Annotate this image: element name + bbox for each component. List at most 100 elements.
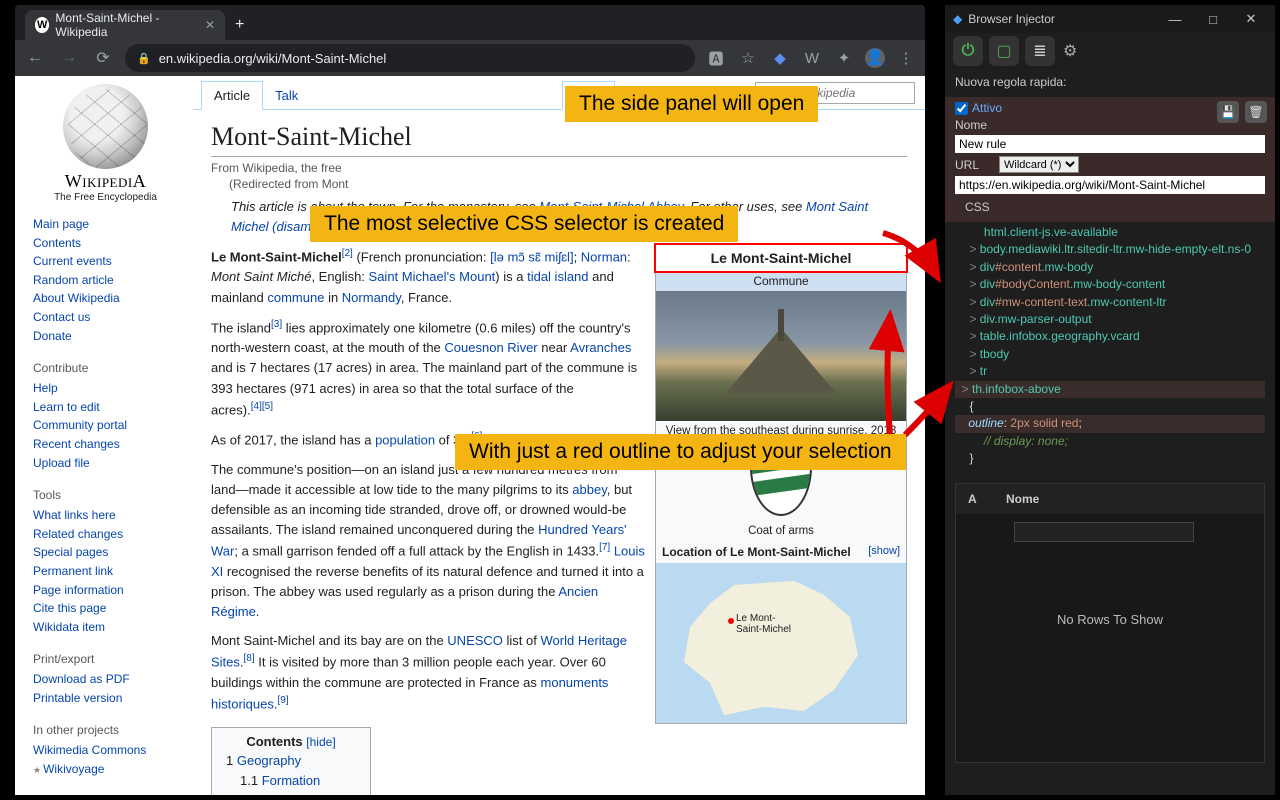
sidebar-link[interactable]: Permanent link [33, 562, 178, 581]
infobox-title: Le Mont-Saint-Michel [656, 245, 906, 271]
sidebar-link[interactable]: Community portal [33, 416, 178, 435]
sidebar-link[interactable]: Learn to edit [33, 398, 178, 417]
ext-diamond-icon[interactable]: ◆ [769, 49, 791, 67]
sidebar-link[interactable]: Main page [33, 215, 178, 234]
side-head-contribute: Contribute [33, 355, 178, 375]
globe-icon [63, 84, 148, 169]
sidebar-link[interactable]: Recent changes [33, 435, 178, 454]
profile-icon[interactable]: 👤 [865, 48, 885, 68]
sidebar-link[interactable]: Printable version [33, 689, 178, 708]
url-field[interactable]: 🔒 en.wikipedia.org/wiki/Mont-Saint-Miche… [125, 44, 695, 72]
lock-icon: 🔒 [137, 52, 151, 65]
maximize-icon[interactable]: □ [1197, 12, 1229, 27]
sidebar-link[interactable]: Wikidata item [33, 618, 178, 637]
close-tab-icon[interactable]: ✕ [205, 18, 215, 32]
sidebar-link[interactable]: About Wikipedia [33, 289, 178, 308]
menu-icon[interactable]: ⋮ [895, 49, 917, 67]
close-icon[interactable]: ✕ [1235, 11, 1267, 27]
sidebar-link[interactable]: Help [33, 379, 178, 398]
no-rows-label: No Rows To Show [956, 542, 1264, 627]
sidebar-link[interactable]: Wikivoyage [33, 760, 178, 779]
from-line: From Wikipedia, the free [211, 161, 907, 175]
col-a[interactable]: A [956, 492, 1006, 506]
tab-talk[interactable]: Talk [263, 82, 310, 109]
toc-title: Contents [hide] [226, 734, 356, 749]
power-button[interactable]: ⏻ [953, 36, 983, 66]
side-head-print: Print/export [33, 646, 178, 666]
translate-icon[interactable]: 🅰 [705, 48, 727, 69]
sidebar-link[interactable]: Contact us [33, 308, 178, 327]
rule-form: 💾 🗑 Attivo Nome URL Wildcard (*) CSS [945, 97, 1275, 222]
gear-icon[interactable]: ⚙ [1063, 41, 1077, 61]
back-icon[interactable]: ← [23, 49, 47, 67]
name-label: Nome [955, 118, 993, 132]
list-button[interactable]: ≣ [1025, 36, 1055, 66]
sidebar-link[interactable]: Upload file [33, 454, 178, 473]
url-label: URL [955, 158, 993, 172]
side-head-lang: Languages⚙ [33, 789, 178, 795]
map-marker-icon [728, 618, 734, 624]
annotation-2: The most selective CSS selector is creat… [310, 206, 738, 242]
active-checkbox[interactable] [955, 102, 968, 115]
show-link[interactable]: [show] [868, 545, 900, 559]
sidebar-link[interactable]: Donate [33, 327, 178, 346]
ext-w-icon[interactable]: W [801, 50, 823, 67]
save-icon[interactable]: 💾 [1217, 101, 1239, 123]
extensions-icon[interactable]: ✦ [833, 49, 855, 67]
sidebar-link[interactable]: Download as PDF [33, 670, 178, 689]
sidebar-link[interactable]: Contents [33, 234, 178, 253]
tab-article[interactable]: Article [201, 81, 263, 110]
tab-title: Mont-Saint-Michel - Wikipedia [55, 11, 199, 39]
url-text: en.wikipedia.org/wiki/Mont-Saint-Michel [159, 51, 387, 66]
sidebar-link[interactable]: Wikimedia Commons [33, 741, 178, 760]
injector-window: ◆ Browser Injector — □ ✕ ⏻ ▢ ≣ ⚙ Nuova r… [945, 5, 1275, 795]
infobox-image[interactable] [656, 291, 906, 421]
injector-titlebar: ◆ Browser Injector — □ ✕ [945, 5, 1275, 33]
toc-item[interactable]: 1.1 Formation [226, 771, 356, 791]
toc-hide[interactable]: [hide] [306, 735, 335, 749]
annotation-3: With just a red outline to adjust your s… [455, 434, 906, 470]
coat-caption: Coat of arms [656, 521, 906, 541]
url-input[interactable] [955, 176, 1265, 194]
col-name[interactable]: Nome [1006, 492, 1264, 506]
star-icon[interactable]: ☆ [737, 49, 759, 67]
toc: Contents [hide] 1 Geography1.1 Formation… [211, 727, 371, 795]
infobox: Le Mont-Saint-Michel Commune View from t… [655, 244, 907, 724]
arrow-1 [878, 228, 948, 293]
sidebar-link[interactable]: Related changes [33, 525, 178, 544]
trash-icon[interactable]: 🗑 [1245, 101, 1267, 123]
url-mode-select[interactable]: Wildcard (*) [999, 156, 1079, 173]
toc-item[interactable]: 1.2 Tides [226, 792, 356, 795]
redirect-line: (Redirected from Mont [211, 177, 907, 191]
tab-bar: W Mont-Saint-Michel - Wikipedia ✕ + [15, 5, 925, 40]
grid-filter-input[interactable] [1014, 522, 1194, 542]
infobox-subtitle: Commune [656, 271, 906, 291]
logo-title: WikipediA [33, 171, 178, 192]
address-bar: ← → ⟳ 🔒 en.wikipedia.org/wiki/Mont-Saint… [15, 40, 925, 76]
rules-grid: A Nome No Rows To Show [955, 483, 1265, 763]
sidebar-link[interactable]: Random article [33, 271, 178, 290]
toc-item[interactable]: 1 Geography [226, 751, 356, 771]
sidebar-link[interactable]: Page information [33, 581, 178, 600]
minimize-icon[interactable]: — [1159, 12, 1191, 27]
injector-toolbar: ⏻ ▢ ≣ ⚙ [945, 33, 1275, 69]
sidebar-link[interactable]: Current events [33, 252, 178, 271]
new-tab-button[interactable]: + [225, 10, 254, 40]
favicon: W [35, 17, 49, 33]
wiki-logo[interactable]: WikipediA The Free Encyclopedia [33, 84, 178, 203]
sidebar-link[interactable]: Cite this page [33, 599, 178, 618]
page-title: Mont-Saint-Michel [211, 122, 907, 157]
browser-tab[interactable]: W Mont-Saint-Michel - Wikipedia ✕ [25, 10, 225, 40]
location-map[interactable]: Le Mont-Saint-Michel [656, 563, 906, 723]
chrome-window: W Mont-Saint-Michel - Wikipedia ✕ + ← → … [15, 5, 925, 795]
css-label: CSS [955, 197, 1265, 214]
name-input[interactable] [955, 135, 1265, 153]
reload-icon[interactable]: ⟳ [91, 48, 115, 68]
forward-icon[interactable]: → [57, 49, 81, 67]
location-header: Location of Le Mont-Saint-Michel [show] [656, 541, 906, 563]
sidebar-link[interactable]: Special pages [33, 543, 178, 562]
annotation-1: The side panel will open [565, 86, 818, 122]
tab-button[interactable]: ▢ [989, 36, 1019, 66]
css-code[interactable]: html.client-js.ve-available > body.media… [945, 222, 1275, 473]
sidebar-link[interactable]: What links here [33, 506, 178, 525]
